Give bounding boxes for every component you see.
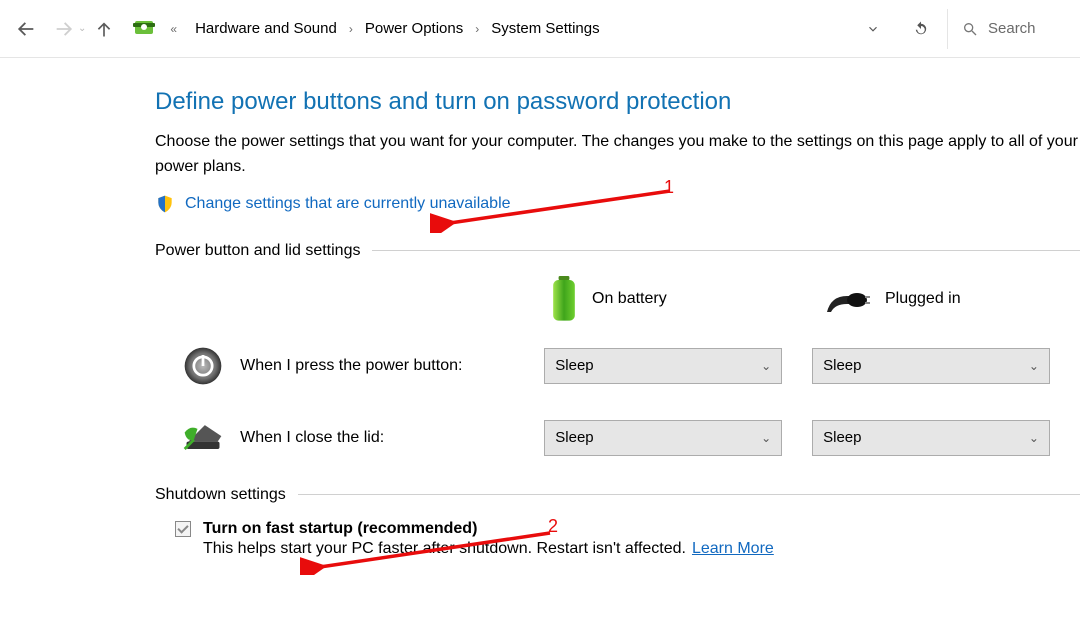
change-settings-link[interactable]: Change settings that are currently unava… — [185, 195, 511, 213]
breadcrumb-sep-icon: « — [166, 22, 181, 36]
forward-button[interactable] — [48, 13, 80, 45]
search-input[interactable]: Search — [950, 9, 1070, 49]
back-button[interactable] — [10, 13, 42, 45]
arrow-up-icon — [94, 19, 114, 39]
section-label: Power button and lid settings — [155, 242, 360, 260]
search-icon — [962, 21, 978, 37]
chevron-down-icon: ⌄ — [761, 359, 771, 373]
dropdown-power-button-battery[interactable]: Sleep ⌄ — [544, 348, 782, 384]
dropdown-value: Sleep — [555, 357, 593, 374]
divider — [947, 9, 948, 49]
setting-label: When I press the power button: — [240, 357, 544, 375]
page-description: Choose the power settings that you want … — [155, 130, 1080, 180]
battery-icon — [550, 276, 578, 322]
power-button-icon — [179, 342, 226, 390]
dropdown-close-lid-plugged[interactable]: Sleep ⌄ — [812, 420, 1050, 456]
search-placeholder: Search — [988, 20, 1036, 37]
breadcrumb-expand-button[interactable] — [849, 9, 897, 49]
dropdown-value: Sleep — [555, 429, 593, 446]
section-label: Shutdown settings — [155, 486, 286, 504]
breadcrumb-item[interactable]: Power Options — [357, 14, 471, 43]
annotation-label-2: 2 — [548, 516, 558, 537]
dropdown-value: Sleep — [823, 357, 861, 374]
annotation-label-1: 1 — [664, 177, 674, 198]
chevron-right-icon: › — [345, 22, 357, 36]
section-rule — [298, 494, 1080, 495]
change-settings-row: Change settings that are currently unava… — [155, 194, 1080, 214]
breadcrumb: Hardware and Sound › Power Options › Sys… — [187, 14, 608, 43]
dropdown-value: Sleep — [823, 429, 861, 446]
content-pane: Define power buttons and turn on passwor… — [0, 58, 1080, 558]
col-label: On battery — [592, 290, 667, 308]
section-heading-shutdown: Shutdown settings — [155, 486, 1080, 504]
control-panel-icon — [132, 17, 156, 41]
chevron-down-icon: ⌄ — [761, 431, 771, 445]
setting-row-power-button: When I press the power button: Sleep ⌄ S… — [155, 342, 1080, 390]
dropdown-power-button-plugged[interactable]: Sleep ⌄ — [812, 348, 1050, 384]
fast-startup-checkbox[interactable] — [175, 521, 191, 537]
breadcrumb-item[interactable]: System Settings — [483, 14, 607, 43]
chevron-right-icon: › — [471, 22, 483, 36]
learn-more-link[interactable]: Learn More — [692, 540, 774, 558]
breadcrumb-item[interactable]: Hardware and Sound — [187, 14, 345, 43]
refresh-icon — [912, 20, 930, 38]
chevron-down-icon — [866, 22, 880, 36]
arrow-right-icon — [53, 18, 75, 40]
column-headers: On battery Plugged in — [155, 276, 1080, 322]
col-label: Plugged in — [885, 290, 961, 308]
chevron-down-icon: ⌄ — [1029, 431, 1039, 445]
col-on-battery: On battery — [550, 276, 825, 322]
option-title: Turn on fast startup (recommended) — [203, 520, 477, 538]
page-title: Define power buttons and turn on passwor… — [155, 88, 1080, 116]
up-button[interactable] — [88, 13, 120, 45]
col-plugged-in: Plugged in — [825, 284, 961, 314]
plug-icon — [825, 284, 871, 314]
explorer-navbar: ⌄ « Hardware and Sound › Power Options ›… — [0, 0, 1080, 58]
option-fast-startup: Turn on fast startup (recommended) This … — [175, 520, 1080, 558]
arrow-left-icon — [15, 18, 37, 40]
recent-locations-button[interactable]: ⌄ — [78, 23, 86, 34]
setting-row-close-lid: When I close the lid: Sleep ⌄ Sleep ⌄ — [155, 414, 1080, 462]
option-description: This helps start your PC faster after sh… — [203, 540, 686, 558]
setting-label: When I close the lid: — [240, 429, 544, 447]
refresh-button[interactable] — [897, 9, 945, 49]
dropdown-close-lid-battery[interactable]: Sleep ⌄ — [544, 420, 782, 456]
section-heading-power-button: Power button and lid settings — [155, 242, 1080, 260]
uac-shield-icon — [155, 194, 175, 214]
close-lid-icon — [179, 414, 226, 462]
section-rule — [372, 250, 1080, 251]
chevron-down-icon: ⌄ — [1029, 359, 1039, 373]
